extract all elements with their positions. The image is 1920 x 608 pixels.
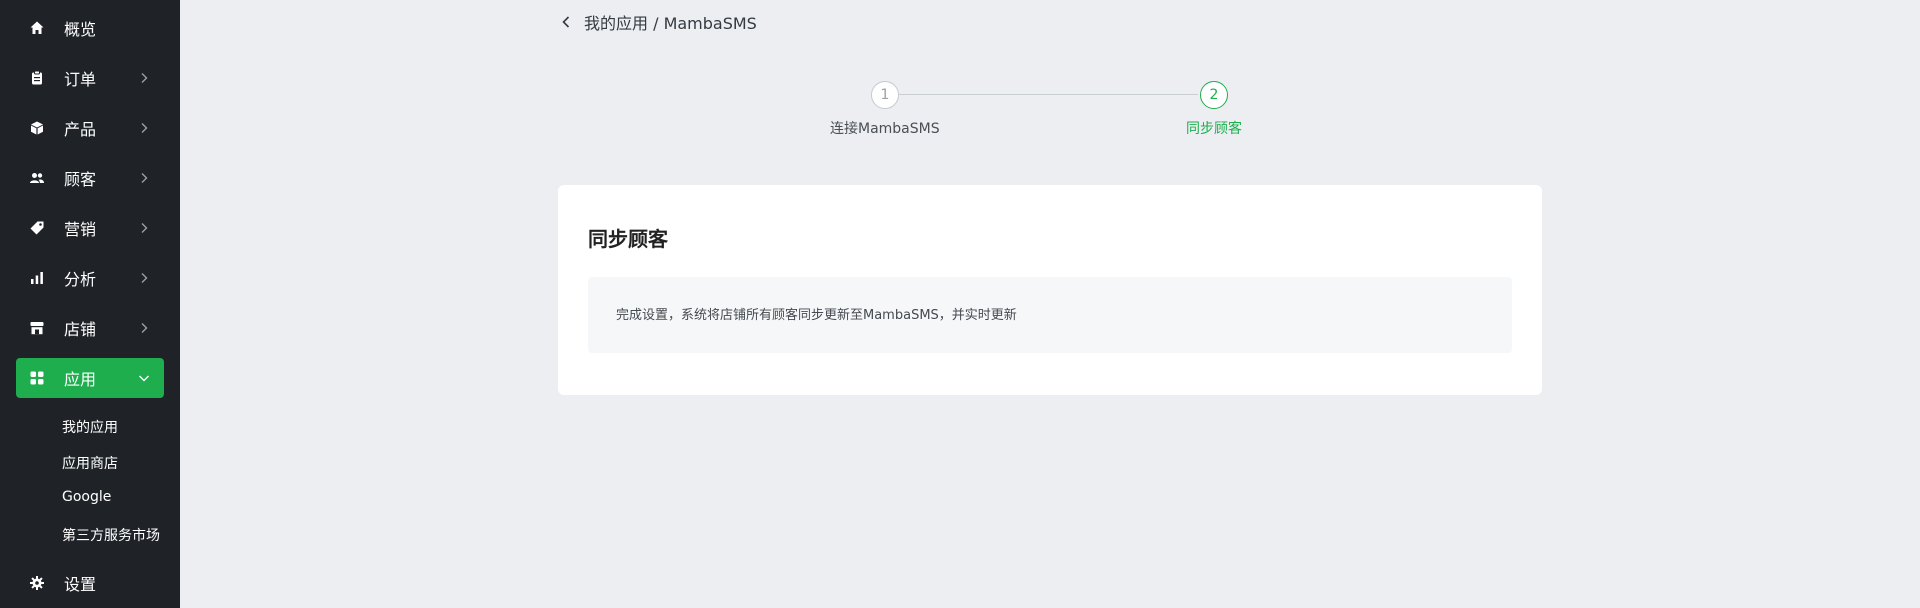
sidebar-subitem-my-apps[interactable]: 我的应用 bbox=[62, 417, 118, 437]
sidebar-item-label: 店铺 bbox=[64, 320, 97, 339]
sidebar-item-label: 设置 bbox=[64, 575, 97, 594]
sidebar-item-apps[interactable]: 应用 bbox=[16, 358, 164, 398]
step-2-circle[interactable]: 2 bbox=[1200, 81, 1228, 109]
step-1-label: 连接MambaSMS bbox=[830, 121, 940, 137]
step-2-label: 同步顾客 bbox=[1186, 121, 1242, 137]
sidebar-item-analytics[interactable]: 分析 bbox=[16, 258, 164, 298]
chevron-right-icon bbox=[141, 323, 148, 333]
sidebar-subitem-google[interactable]: Google bbox=[62, 489, 111, 505]
sidebar-item-label: 应用 bbox=[64, 370, 97, 389]
sidebar-subitem-third-party-market[interactable]: 第三方服务市场 bbox=[62, 525, 160, 545]
users-icon bbox=[28, 169, 46, 187]
stepper: 1 2 连接MambaSMS 同步顾客 bbox=[0, 0, 1920, 140]
step-1-circle[interactable]: 1 bbox=[871, 81, 899, 109]
sidebar-item-settings[interactable]: 设置 bbox=[16, 563, 164, 603]
info-text: 完成设置，系统将店铺所有顾客同步更新至MambaSMS，并实时更新 bbox=[616, 308, 1017, 323]
apps-icon bbox=[28, 369, 46, 387]
chevron-right-icon bbox=[141, 273, 148, 283]
sidebar-item-label: 顾客 bbox=[64, 170, 97, 189]
step-connector-line bbox=[898, 94, 1198, 95]
store-icon bbox=[28, 319, 46, 337]
sidebar-item-label: 分析 bbox=[64, 270, 97, 289]
info-box: 完成设置，系统将店铺所有顾客同步更新至MambaSMS，并实时更新 bbox=[588, 277, 1512, 353]
sidebar-item-marketing[interactable]: 营销 bbox=[16, 208, 164, 248]
tag-icon bbox=[28, 219, 46, 237]
chevron-right-icon bbox=[141, 223, 148, 233]
sidebar-subitem-app-store[interactable]: 应用商店 bbox=[62, 453, 118, 473]
bar-chart-icon bbox=[28, 269, 46, 287]
gear-icon bbox=[28, 574, 46, 592]
sidebar-item-label: 营销 bbox=[64, 220, 97, 239]
chevron-down-icon bbox=[139, 375, 149, 382]
card-title: 同步顾客 bbox=[588, 227, 668, 251]
sidebar-item-store[interactable]: 店铺 bbox=[16, 308, 164, 348]
sidebar-item-customers[interactable]: 顾客 bbox=[16, 158, 164, 198]
sync-customers-card: 同步顾客 完成设置，系统将店铺所有顾客同步更新至MambaSMS，并实时更新 bbox=[558, 185, 1542, 395]
chevron-right-icon bbox=[141, 173, 148, 183]
